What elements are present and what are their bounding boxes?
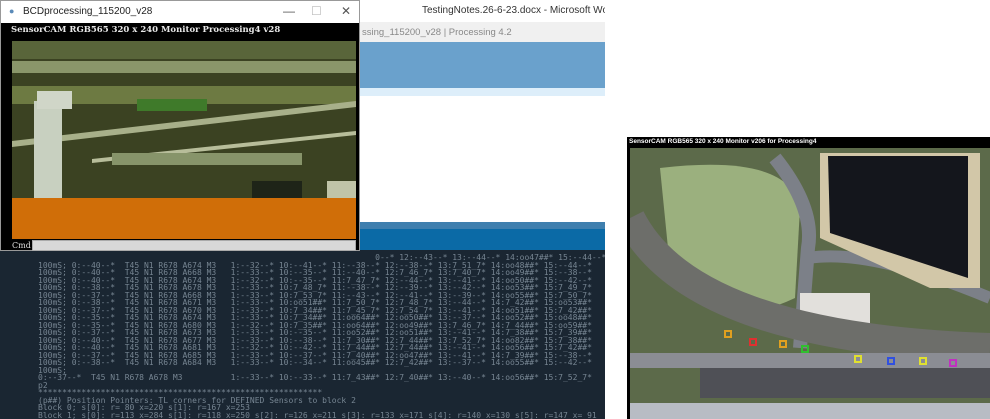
maximize-button[interactable]: ☐ bbox=[311, 4, 322, 18]
window-title: BCDprocessing_115200_v28 bbox=[23, 6, 153, 17]
status-panel bbox=[12, 198, 356, 239]
console-line: 100mS; 0:--38--* T45 N1 R678 A684 M3 1:-… bbox=[38, 358, 592, 367]
word-window-title: TestingNotes.26-6-23.docx - Microsoft Wo… bbox=[360, 0, 605, 22]
camera-caption: SensorCAM RGB565 320 x 240 Monitor Proce… bbox=[11, 25, 281, 35]
console-output[interactable]: 0--* 12:--43--* 13:--44--* 14:oo47##* 15… bbox=[0, 250, 605, 419]
cmd-input[interactable] bbox=[32, 240, 356, 251]
camera-image bbox=[12, 41, 356, 198]
minimize-button[interactable]: — bbox=[283, 4, 295, 18]
monitor-window: SensorCAM RGB565 320 x 240 Monitor v206 … bbox=[627, 137, 990, 419]
processing-title-bar[interactable]: ● BCDprocessing_115200_v28 — ☐ ✕ bbox=[1, 1, 359, 23]
ide-tab-strip bbox=[360, 88, 605, 96]
monitor-caption: SensorCAM RGB565 320 x 240 Monitor v206 … bbox=[629, 138, 817, 145]
ide-window-title: ssing_115200_v28 | Processing 4.2 bbox=[360, 22, 605, 42]
processing-window: ● BCDprocessing_115200_v28 — ☐ ✕ SensorC… bbox=[0, 0, 360, 251]
ide-console-header bbox=[360, 222, 605, 250]
console-line: 0:--37--* T45 N1 R678 A678 M3 1:--33--* … bbox=[38, 373, 592, 382]
ide-toolbar bbox=[360, 42, 605, 88]
ide-editor[interactable] bbox=[360, 96, 605, 222]
left-screenshot: TestingNotes.26-6-23.docx - Microsoft Wo… bbox=[0, 0, 605, 419]
close-button[interactable]: ✕ bbox=[341, 4, 351, 18]
app-icon: ● bbox=[9, 6, 15, 16]
monitor-camera-image bbox=[630, 148, 990, 419]
